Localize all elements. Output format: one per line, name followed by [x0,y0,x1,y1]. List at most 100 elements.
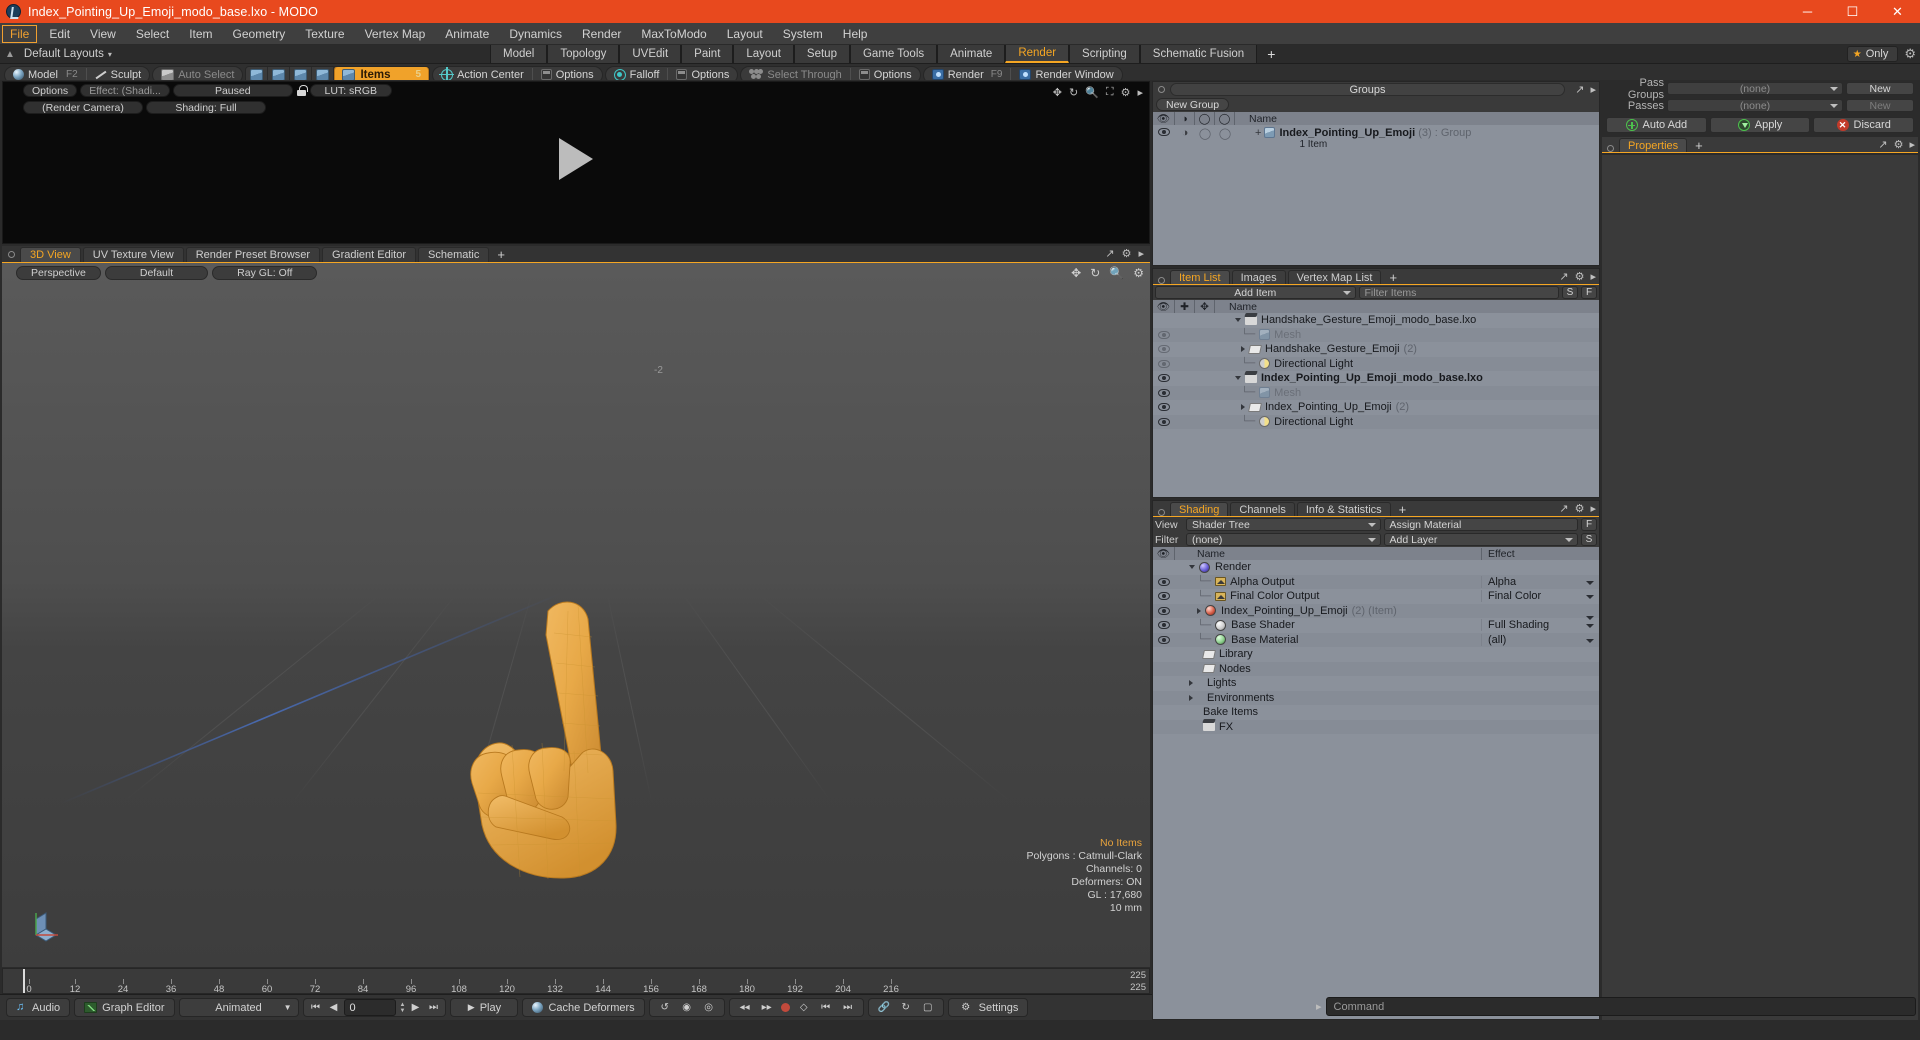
expand-icon[interactable]: ↗ [1559,502,1568,515]
expand-icon[interactable] [1241,404,1245,411]
chevron-down-icon[interactable] [1586,580,1594,585]
animated-selector[interactable]: Animated ▼ [178,998,299,1017]
table-row[interactable]: └─ Mesh [1153,385,1599,400]
add-layer-button[interactable]: Add Layer [1383,533,1578,546]
panel-menu-icon[interactable] [1158,277,1165,284]
menu-item-animate[interactable]: Animate [435,24,499,44]
link-icon[interactable]: 🔗 [876,1000,892,1016]
row-visibility-toggle[interactable] [1153,403,1175,412]
table-row[interactable]: └─ Base Material (all) [1153,632,1599,647]
table-row[interactable]: └─ Directional Light [1153,414,1599,429]
filter-f-button[interactable]: F [1581,286,1597,299]
row-visibility-toggle[interactable] [1153,621,1175,630]
panel-menu-icon[interactable] [1607,145,1614,152]
gear-icon[interactable]: ⚙ [1133,266,1144,280]
tab-schematic[interactable]: Schematic [418,247,490,262]
new-group-button[interactable]: New Group [1156,98,1230,111]
shading-s-button[interactable]: S [1581,533,1597,546]
raygl-toggle[interactable]: Ray GL: Off [212,266,318,280]
step-forward-icon[interactable]: ▶ [407,1000,423,1016]
viewport-preset-selector[interactable]: Default [104,266,209,280]
menu-item-layout[interactable]: Layout [717,24,773,44]
menu-item-system[interactable]: System [773,24,833,44]
table-row[interactable]: Index_Pointing_Up_Emoji_modo_base.lxo [1153,371,1599,386]
row-visibility-toggle[interactable] [1153,359,1175,368]
key-prev-icon[interactable]: ⏮ [818,1000,834,1016]
table-row[interactable]: └─ Alpha Output Alpha [1153,574,1599,589]
cache-deformers-button[interactable]: Cache Deformers [522,998,645,1017]
table-row[interactable]: ◑ ◯ ◯ + Index_Pointing_Up_Emoji (3) : Gr… [1153,125,1599,150]
rotate-icon[interactable]: ↻ [1090,266,1100,280]
preview-camera-selector[interactable]: (Render Camera) [23,101,143,114]
preview-options-button[interactable]: Options [23,84,78,97]
chevron-right-icon[interactable]: ▸ [1590,270,1596,283]
gear-icon[interactable]: ⚙ [1121,86,1131,99]
panel-menu-icon[interactable] [1158,86,1165,93]
table-row[interactable]: Library [1153,647,1599,662]
settings-button[interactable]: ⚙ Settings [947,998,1029,1017]
col-visibility-icon[interactable]: 👁 [1153,112,1175,125]
expand-icon[interactable] [1189,694,1193,701]
properties-panel-body[interactable] [1602,155,1918,1020]
tab-render[interactable]: Render [1005,45,1070,63]
graph-editor-button[interactable]: Graph Editor [74,998,175,1017]
tab-uvedit[interactable]: UVEdit [619,45,682,63]
add-viewport-tab-button[interactable]: + [491,248,511,262]
row-visibility-toggle[interactable] [1153,635,1175,644]
zoom-icon[interactable]: 🔍 [1109,266,1124,280]
go-to-end-icon[interactable]: ⏭ [425,1000,441,1016]
col-shadow-icon[interactable]: ◑ [1175,112,1195,125]
table-row[interactable]: Bake Items [1153,705,1599,720]
play-overlay-icon[interactable] [559,138,593,181]
tab-topology[interactable]: Topology [547,45,620,63]
shading-table-body[interactable]: Render └─ Alpha Output Alpha └─ Final Co… [1153,560,1599,1019]
move-icon[interactable]: ✥ [1053,86,1062,99]
command-input[interactable]: Command [1325,997,1916,1016]
row-expand-icon[interactable]: + [1255,127,1261,139]
table-row[interactable]: Nodes [1153,661,1599,676]
timeline-playhead[interactable] [23,969,25,993]
expand-icon[interactable]: ↗ [1575,83,1584,96]
preview-lut-selector[interactable]: LUT: sRGB [309,84,392,97]
col-lock-icon[interactable]: ◯ [1195,112,1215,125]
expand-icon[interactable] [1235,318,1241,323]
hand-emoji-3d-model[interactable] [442,593,682,883]
passes-selector[interactable]: (none) [1667,99,1843,112]
collapse-arrow-icon[interactable]: ▲ [5,49,15,60]
row-visibility-toggle[interactable] [1153,345,1175,354]
move-icon[interactable]: ✥ [1071,266,1081,280]
menu-item-texture[interactable]: Texture [295,24,354,44]
col-select-icon[interactable]: ◯ [1215,112,1235,125]
col-visibility-icon[interactable]: 👁 [1153,547,1175,560]
table-row[interactable]: Handshake_Gesture_Emoji (2) [1153,342,1599,357]
perspective-selector[interactable]: Perspective [16,266,101,280]
zoom-icon[interactable]: 🔍 [1085,86,1099,99]
tab-schematic-fusion[interactable]: Schematic Fusion [1139,45,1258,63]
add-panel-tab-button[interactable]: + [1393,503,1413,516]
expand-icon[interactable] [1241,346,1245,353]
chevron-right-icon[interactable]: ▸ [1590,83,1596,96]
expand-icon[interactable] [1197,607,1201,614]
chevron-right-icon[interactable]: ▸ [1909,138,1915,151]
menu-item-edit[interactable]: Edit [39,24,80,44]
only-toggle-button[interactable]: ★ Only [1846,46,1899,62]
row-lock-toggle[interactable]: ◯ [1195,127,1215,140]
menu-item-select[interactable]: Select [126,24,179,44]
passes-new-button[interactable]: New [1846,99,1914,112]
row-visibility-toggle[interactable] [1153,577,1175,586]
tab-images[interactable]: Images [1231,270,1286,284]
loop-icon[interactable]: ↺ [657,1000,673,1016]
table-row[interactable]: FX [1153,719,1599,734]
close-button[interactable]: ✕ [1875,0,1920,23]
chevron-right-icon[interactable]: ▸ [1316,1000,1322,1013]
tab-uv-texture-view[interactable]: UV Texture View [82,247,184,262]
table-row[interactable]: └─ Directional Light [1153,356,1599,371]
col-transform-icon[interactable]: ✥ [1195,300,1215,313]
chevron-down-icon[interactable] [1586,638,1594,643]
gear-icon[interactable]: ⚙ [1575,270,1585,283]
menu-item-render[interactable]: Render [572,24,631,44]
table-row[interactable]: Lights [1153,676,1599,691]
row-visibility-toggle[interactable] [1153,606,1175,615]
add-item-button[interactable]: Add Item [1155,286,1356,299]
bounce-icon[interactable]: ◉ [679,1000,695,1016]
